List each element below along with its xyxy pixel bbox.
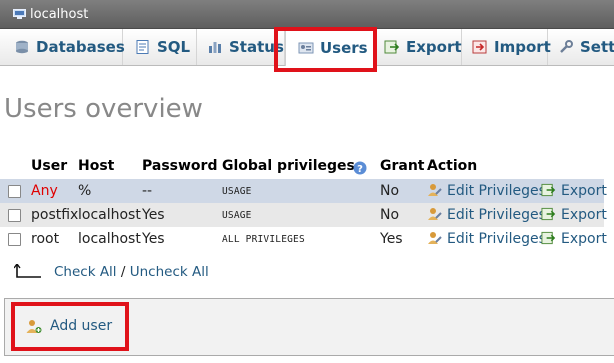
row-checkbox[interactable]: [8, 209, 21, 222]
col-password[interactable]: Password: [142, 158, 217, 174]
cell-grant: No: [380, 207, 400, 223]
cell-user: Any: [31, 183, 58, 199]
tab-label: Databases: [36, 38, 125, 56]
svg-text:?: ?: [357, 164, 363, 175]
separator: /: [120, 264, 126, 280]
tab-label: Setti: [580, 38, 614, 56]
highlight-users-tab: [274, 27, 377, 72]
settings-icon: [560, 40, 573, 53]
export-icon: [384, 40, 400, 54]
table-row: root localhost Yes ALL PRIVILEGES Yes Ed…: [0, 227, 607, 251]
cell-user: postfix: [31, 207, 79, 223]
cell-grant: No: [380, 183, 400, 199]
row-checkbox[interactable]: [8, 233, 21, 246]
cell-privileges: ALL PRIVILEGES: [222, 234, 305, 245]
col-action: Action: [427, 158, 478, 174]
server-icon: [13, 9, 26, 19]
arrow-ltr-icon: [14, 264, 41, 278]
export-icon: [541, 207, 556, 221]
check-all-link[interactable]: Check All: [54, 264, 117, 280]
server-bar: localhost: [0, 0, 614, 29]
export-icon: [541, 183, 556, 197]
tab-label: SQL: [157, 38, 191, 56]
cell-privileges: USAGE: [222, 186, 252, 197]
edit-user-icon: [428, 232, 442, 244]
tab-status[interactable]: Status: [197, 29, 285, 65]
edit-user-icon: [428, 184, 442, 196]
edit-privileges-link[interactable]: Edit Privileges: [427, 207, 546, 223]
databases-icon: [16, 40, 28, 54]
server-title[interactable]: localhost: [30, 7, 88, 22]
table-row: Any % -- USAGE No Edit Privileges Export: [0, 179, 607, 203]
cell-host: localhost: [78, 207, 141, 223]
cell-password: Yes: [142, 231, 165, 247]
tab-settings[interactable]: Setti: [548, 29, 614, 65]
tab-databases[interactable]: Databases: [0, 29, 125, 65]
check-all-controls: Check All / Uncheck All: [54, 264, 209, 280]
cell-privileges: USAGE: [222, 210, 252, 221]
status-icon: [209, 42, 221, 53]
sql-icon: [136, 40, 149, 54]
tab-label: Export: [406, 38, 462, 56]
tab-label: Import: [494, 38, 551, 56]
edit-privileges-link[interactable]: Edit Privileges: [427, 231, 546, 247]
export-user-link[interactable]: Export: [541, 183, 607, 199]
export-user-link[interactable]: Export: [541, 207, 607, 223]
uncheck-all-link[interactable]: Uncheck All: [130, 264, 209, 280]
cell-user: root: [31, 231, 60, 247]
cell-password: Yes: [142, 207, 165, 223]
cell-host: %: [78, 183, 92, 199]
cell-grant: Yes: [380, 231, 403, 247]
export-user-link[interactable]: Export: [541, 231, 607, 247]
tab-import[interactable]: Import: [462, 29, 551, 65]
edit-user-icon: [428, 208, 442, 220]
col-user[interactable]: User: [31, 158, 67, 174]
tab-sql[interactable]: SQL: [123, 29, 197, 65]
export-icon: [541, 231, 556, 245]
cell-host: localhost: [78, 231, 141, 247]
help-icon[interactable]: ?: [353, 161, 367, 175]
cell-password: --: [142, 183, 153, 199]
col-host[interactable]: Host: [78, 158, 114, 174]
col-global-privileges[interactable]: Global privileges: [222, 158, 355, 174]
highlight-add-user: [11, 302, 129, 351]
tab-export[interactable]: Export: [374, 29, 462, 65]
import-icon: [472, 40, 487, 54]
page-title: Users overview: [4, 94, 203, 124]
table-row: postfix localhost Yes USAGE No Edit Priv…: [0, 203, 607, 227]
row-checkbox[interactable]: [8, 185, 21, 198]
edit-privileges-link[interactable]: Edit Privileges: [427, 183, 546, 199]
col-grant[interactable]: Grant: [380, 158, 425, 174]
